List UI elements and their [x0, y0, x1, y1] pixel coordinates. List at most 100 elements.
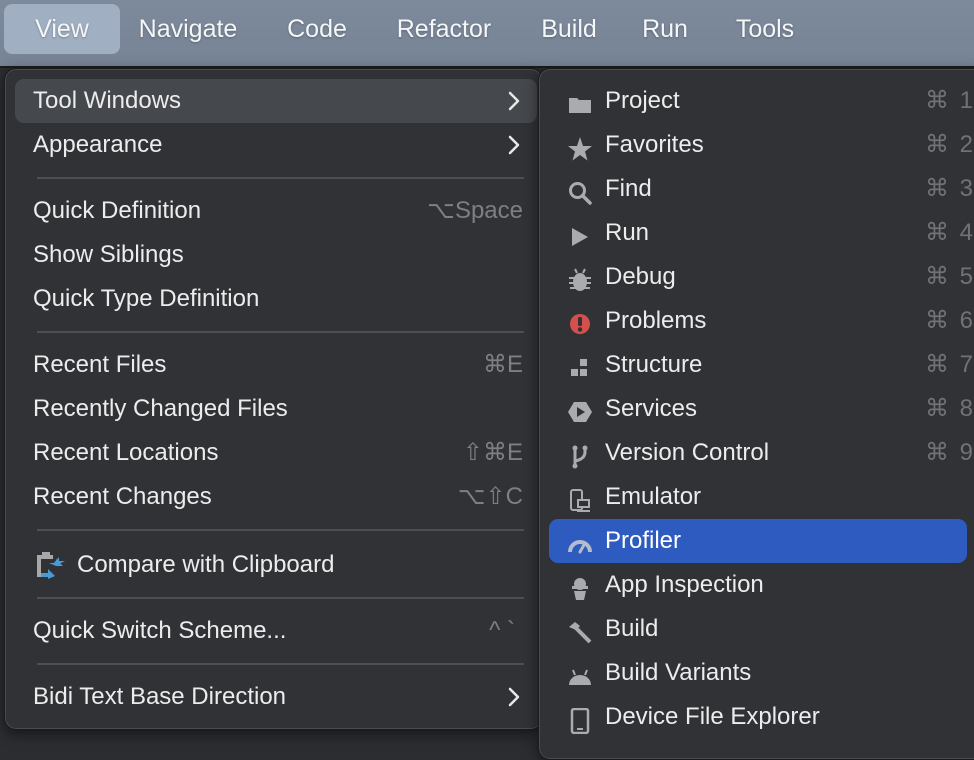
- shortcut-label: ⌘E: [482, 351, 523, 378]
- chevron-right-icon: [507, 123, 521, 180]
- compare-clipboard-icon: [35, 551, 67, 581]
- folder-icon: [567, 89, 593, 115]
- services-icon: [567, 397, 593, 423]
- menu-item-recent-files[interactable]: Recent Files ⌘E: [15, 343, 537, 387]
- menu-item-bidi-text-base-direction[interactable]: Bidi Text Base Direction: [15, 675, 537, 719]
- menu-item-appearance[interactable]: Appearance: [15, 123, 537, 167]
- menu-item-label: Project: [605, 87, 680, 114]
- menu-item-label: Recent Locations: [33, 439, 219, 466]
- view-menu: Tool Windows Appearance Quick Definition…: [4, 68, 543, 730]
- tool-window-structure[interactable]: Structure ⌘ 7: [549, 343, 973, 387]
- structure-icon: [567, 353, 593, 379]
- tool-window-project[interactable]: Project ⌘ 1: [549, 79, 973, 123]
- menu-item-label: Quick Switch Scheme...: [33, 617, 287, 644]
- menu-item-recent-changes[interactable]: Recent Changes ⌥⇧C: [15, 475, 537, 519]
- menu-item-label: Recent Changes: [33, 483, 212, 510]
- menu-refactor[interactable]: Refactor: [392, 4, 496, 54]
- menu-item-label: Device File Explorer: [605, 703, 820, 730]
- menu-navigate[interactable]: Navigate: [135, 4, 241, 54]
- menu-run[interactable]: Run: [642, 4, 688, 54]
- shortcut-label: ⌘ 2: [924, 131, 974, 158]
- menu-item-label: Recently Changed Files: [33, 395, 288, 422]
- menu-item-label: Recent Files: [33, 351, 167, 378]
- tool-window-build-variants[interactable]: Build Variants: [549, 651, 967, 695]
- chevron-right-icon: [507, 675, 521, 732]
- menu-item-quick-switch-scheme[interactable]: Quick Switch Scheme... ^ `: [15, 609, 537, 653]
- menu-item-label: Debug: [605, 263, 676, 290]
- menu-item-label: Compare with Clipboard: [77, 551, 335, 578]
- shortcut-label: ⌘ 8: [924, 395, 974, 422]
- tool-windows-submenu: Project ⌘ 1 Favorites ⌘ 2 Find ⌘ 3 Run ⌘…: [538, 68, 974, 760]
- tool-window-favorites[interactable]: Favorites ⌘ 2: [549, 123, 973, 167]
- shortcut-label: ⌘ 5: [924, 263, 974, 290]
- star-icon: [567, 133, 593, 161]
- menu-item-label: Run: [605, 219, 650, 246]
- menu-item-label: Build: [605, 615, 659, 642]
- error-icon: [567, 309, 593, 335]
- menu-item-label: Services: [605, 395, 698, 422]
- menu-item-label: Appearance: [33, 131, 163, 158]
- android-icon: [567, 661, 593, 687]
- menu-item-show-siblings[interactable]: Show Siblings: [15, 233, 537, 277]
- menu-item-label: Quick Type Definition: [33, 285, 260, 312]
- shortcut-label: ⌘ 1: [924, 87, 974, 114]
- tool-window-profiler[interactable]: Profiler: [549, 519, 967, 563]
- tool-window-build[interactable]: Build: [549, 607, 967, 651]
- shortcut-label: ⌘ 4: [924, 219, 974, 246]
- menu-item-compare-with-clipboard[interactable]: Compare with Clipboard: [15, 543, 537, 587]
- shortcut-label: ⌘ 3: [924, 175, 974, 202]
- tool-window-find[interactable]: Find ⌘ 3: [549, 167, 973, 211]
- menu-item-label: Problems: [605, 307, 707, 334]
- menu-item-label: Tool Windows: [33, 87, 182, 114]
- shortcut-label: ⌥Space: [427, 197, 523, 224]
- menu-view[interactable]: View: [4, 4, 120, 54]
- menu-code[interactable]: Code: [284, 4, 350, 54]
- menu-build[interactable]: Build: [539, 4, 599, 54]
- shortcut-label: ⇧⌘E: [462, 439, 523, 466]
- tool-window-services[interactable]: Services ⌘ 8: [549, 387, 973, 431]
- shortcut-label: ⌥⇧C: [457, 483, 523, 510]
- shortcut-label: ^ `: [489, 617, 515, 644]
- menu-item-label: Show Siblings: [33, 241, 184, 268]
- menu-separator: [37, 331, 524, 333]
- menu-item-label: Structure: [605, 351, 703, 378]
- menu-item-quick-type-definition[interactable]: Quick Type Definition: [15, 277, 537, 321]
- menu-item-recently-changed-files[interactable]: Recently Changed Files: [15, 387, 537, 431]
- menu-item-recent-locations[interactable]: Recent Locations ⇧⌘E: [15, 431, 537, 475]
- menu-item-label: Quick Definition: [33, 197, 202, 224]
- tool-window-version-control[interactable]: Version Control ⌘ 9: [549, 431, 973, 475]
- hammer-icon: [567, 617, 593, 644]
- tool-window-app-inspection[interactable]: App Inspection: [549, 563, 967, 607]
- menu-separator: [37, 663, 524, 665]
- shortcut-label: ⌘ 9: [924, 439, 974, 466]
- emulator-icon: [567, 485, 593, 512]
- tool-window-debug[interactable]: Debug ⌘ 5: [549, 255, 973, 299]
- menu-item-tool-windows[interactable]: Tool Windows: [15, 79, 537, 123]
- menu-item-label: App Inspection: [605, 571, 764, 598]
- bug-icon: [567, 265, 593, 291]
- menu-item-label: Find: [605, 175, 652, 202]
- search-icon: [567, 177, 593, 205]
- menu-item-quick-definition[interactable]: Quick Definition ⌥Space: [15, 189, 537, 233]
- tool-window-device-file-explorer[interactable]: Device File Explorer: [549, 695, 967, 739]
- menu-item-label: Version Control: [605, 439, 770, 466]
- menu-separator: [37, 529, 524, 531]
- menu-item-label: Bidi Text Base Direction: [33, 683, 287, 710]
- phone-icon: [567, 705, 593, 735]
- tool-window-run[interactable]: Run ⌘ 4: [549, 211, 973, 255]
- menu-separator: [37, 597, 524, 599]
- menu-tools[interactable]: Tools: [733, 4, 797, 54]
- menu-bar: View Navigate Code Refactor Build Run To…: [0, 0, 974, 68]
- menu-item-label: Emulator: [605, 483, 702, 510]
- tool-window-problems[interactable]: Problems ⌘ 6: [549, 299, 973, 343]
- menu-separator: [37, 177, 524, 179]
- menu-item-label: Profiler: [605, 527, 682, 554]
- menu-item-label: Favorites: [605, 131, 704, 158]
- shortcut-label: ⌘ 6: [924, 307, 974, 334]
- branch-icon: [567, 441, 593, 469]
- shortcut-label: ⌘ 7: [924, 351, 974, 378]
- menu-item-label: Build Variants: [605, 659, 752, 686]
- inspector-icon: [567, 573, 593, 600]
- gauge-icon: [567, 529, 593, 555]
- tool-window-emulator[interactable]: Emulator: [549, 475, 967, 519]
